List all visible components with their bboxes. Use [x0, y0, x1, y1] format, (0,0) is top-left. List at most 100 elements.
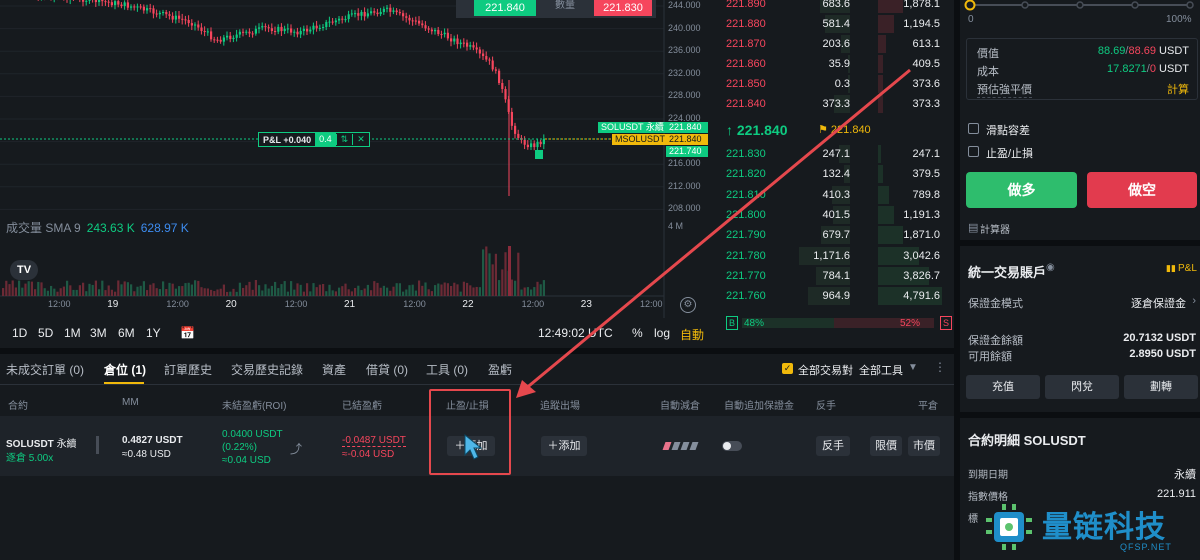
timeframe-3m[interactable]: 3M: [90, 326, 107, 340]
position-symbol[interactable]: SOLUSDT 永續: [6, 435, 77, 450]
volume-bar: [174, 288, 177, 296]
volume-bar: [376, 282, 379, 296]
bid-row[interactable]: 221.810 410.3 789.8: [714, 185, 954, 205]
eye-icon[interactable]: ◉: [1046, 262, 1055, 273]
volume-bar: [168, 282, 171, 296]
volume-bar: [491, 264, 494, 296]
rpnl-usdt[interactable]: -0.0487 USDT: [342, 435, 406, 447]
candlestick-svg[interactable]: [0, 0, 712, 320]
tab-5[interactable]: 借貸 (0): [366, 361, 408, 378]
transfer-button[interactable]: 劃轉: [1124, 375, 1198, 399]
slippage-checkbox[interactable]: [968, 123, 979, 134]
ask-row[interactable]: 221.870 203.6 613.1: [714, 34, 954, 54]
candle-body: [200, 27, 203, 31]
bid-row[interactable]: 221.790 679.7 1,871.0: [714, 225, 954, 245]
market-close-button[interactable]: 市價: [908, 436, 940, 456]
ask-row[interactable]: 221.860 35.9 409.5: [714, 54, 954, 74]
volume-bar: [226, 291, 229, 296]
candle-body: [421, 23, 424, 26]
ask-row[interactable]: 221.890 683.6 1,878.1: [714, 0, 954, 14]
auto-scale-button[interactable]: 自動: [680, 326, 704, 343]
price-tick-label: 236.000: [668, 45, 701, 56]
trailing-add-button[interactable]: ＋添加: [541, 436, 587, 456]
timeframe-1m[interactable]: 1M: [64, 326, 81, 340]
limit-close-button[interactable]: 限價: [870, 436, 902, 456]
quick-buy-button[interactable]: 221.840: [474, 0, 536, 16]
ask-row[interactable]: 221.880 581.4 1,194.5: [714, 14, 954, 34]
volume-bar: [72, 289, 75, 296]
reverse-button[interactable]: 反手: [816, 436, 850, 456]
volume-indicator-label[interactable]: 成交量 SMA 9 243.63 K 628.97 K: [6, 219, 189, 236]
ask-row[interactable]: 221.840 373.3 373.3: [714, 94, 954, 114]
more-options-icon[interactable]: ⋮: [934, 360, 946, 374]
chevron-right-icon[interactable]: ›: [1192, 295, 1196, 307]
candle-body: [117, 1, 120, 5]
drag-arrows-icon[interactable]: ⇅: [335, 134, 353, 145]
volume-bar: [418, 280, 421, 296]
tab-2[interactable]: 訂單歷史: [164, 361, 212, 378]
timeframe-5d[interactable]: 5D: [38, 326, 53, 340]
timeframe-6m[interactable]: 6M: [118, 326, 135, 340]
candle-body: [488, 59, 491, 61]
pnl-link[interactable]: P&L: [1178, 263, 1197, 274]
tab-0[interactable]: 未成交訂單 (0): [6, 361, 84, 378]
volume-bar: [213, 291, 216, 296]
quick-sell-button[interactable]: 221.830: [594, 0, 652, 16]
log-scale-button[interactable]: log: [654, 326, 670, 340]
candle-body: [254, 28, 257, 34]
percent-scale-button[interactable]: %: [632, 326, 643, 340]
volume-bar: [482, 249, 485, 296]
all-pairs-checkbox[interactable]: ✓: [782, 363, 793, 374]
tab-6[interactable]: 工具 (0): [426, 361, 468, 378]
price-chart[interactable]: 244.000 240.000 236.000 232.000 228.000 224.0…: [0, 0, 712, 350]
bid-row[interactable]: 221.800 401.5 1,191.3: [714, 205, 954, 225]
mm-usd: ≈0.48 USD: [122, 449, 171, 460]
calculator-link[interactable]: 計算器: [980, 221, 1010, 236]
calculator-icon[interactable]: ▤: [968, 221, 978, 234]
timeframe-1d[interactable]: 1D: [12, 326, 27, 340]
auto-margin-toggle[interactable]: [722, 441, 742, 451]
deposit-button[interactable]: 充值: [966, 375, 1040, 399]
position-pnl-tag[interactable]: P&L +0.040 0.4 ⇅ ✕: [258, 132, 370, 147]
tab-7[interactable]: 盈虧: [488, 361, 512, 378]
tradingview-logo[interactable]: TV: [10, 260, 38, 280]
utc-clock[interactable]: 12:49:02 UTC: [538, 326, 613, 340]
caret-down-icon[interactable]: ▼: [908, 362, 918, 373]
all-tools-dropdown[interactable]: 全部工具: [859, 362, 903, 378]
leverage-slider[interactable]: [964, 0, 1196, 12]
bid-row[interactable]: 221.770 784.1 3,826.7: [714, 266, 954, 286]
candle-body: [293, 31, 296, 33]
candle-body: [299, 30, 302, 35]
tab-1[interactable]: 倉位 (1): [104, 361, 146, 378]
bid-row[interactable]: 221.830 247.1 247.1: [714, 144, 954, 164]
volume-bar: [104, 290, 107, 296]
candle-body: [152, 8, 155, 14]
price: 221.790: [726, 229, 766, 242]
calendar-icon[interactable]: 📅: [180, 326, 195, 340]
price-tick-label: 232.000: [668, 67, 701, 78]
volume-bar: [328, 284, 331, 296]
volume-bar: [302, 291, 305, 296]
short-button[interactable]: 做空: [1087, 172, 1197, 208]
ask-row[interactable]: 221.850 0.3 373.6: [714, 74, 954, 94]
candle-body: [379, 11, 382, 15]
long-button[interactable]: 做多: [966, 172, 1077, 208]
all-pairs-label: 全部交易對: [798, 365, 853, 377]
tab-3[interactable]: 交易歷史記錄: [231, 361, 303, 378]
tab-4[interactable]: 資產: [322, 361, 346, 378]
volume-bar: [206, 288, 209, 296]
share-icon[interactable]: ⤴: [290, 440, 302, 457]
liq-calc-link[interactable]: 計算: [1167, 81, 1189, 97]
bid-row[interactable]: 221.760 964.9 4,791.6: [714, 286, 954, 306]
tpsl-checkbox[interactable]: [968, 146, 979, 157]
margin-mode-value[interactable]: 逐倉保證金: [1131, 295, 1186, 311]
close-icon[interactable]: ✕: [352, 134, 369, 145]
bid-row[interactable]: 221.820 132.4 379.5: [714, 164, 954, 184]
candle-body: [539, 141, 542, 145]
size: 132.4: [822, 168, 850, 181]
gear-icon[interactable]: ⚙: [680, 297, 696, 313]
timeframe-1y[interactable]: 1Y: [146, 326, 161, 340]
convert-button[interactable]: 閃兌: [1045, 375, 1119, 399]
bid-row[interactable]: 221.780 1,171.6 3,042.6: [714, 246, 954, 266]
volume-bar: [94, 280, 97, 296]
